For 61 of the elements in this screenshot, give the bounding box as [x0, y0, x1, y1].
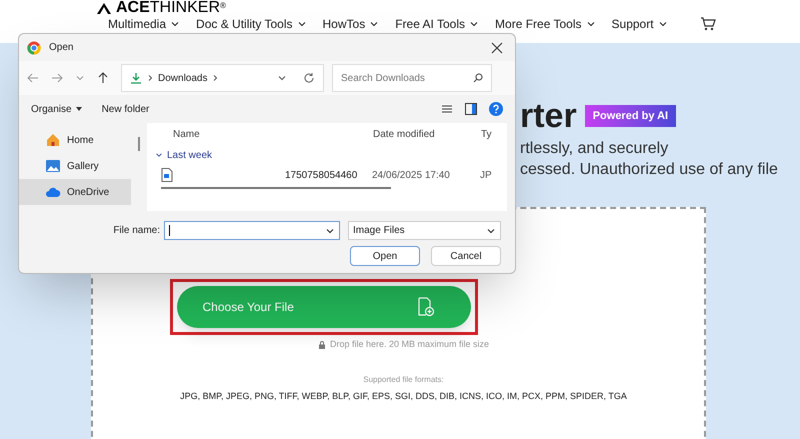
- chevron-icon: [75, 73, 85, 83]
- lock-icon: [318, 340, 326, 349]
- column-header[interactable]: Date modified: [373, 126, 481, 142]
- download-icon: [130, 72, 142, 84]
- logo[interactable]: ACETHINKER$^{®}$: [116, 0, 226, 16]
- column-header[interactable]: Ty: [481, 126, 492, 142]
- search-field[interactable]: Search Downloads: [332, 64, 492, 92]
- nav-item[interactable]: Support: [612, 16, 668, 30]
- nav-item[interactable]: Multimedia: [108, 16, 180, 30]
- sidebar-item[interactable]: Gallery: [19, 153, 131, 179]
- nav-item[interactable]: More Free Tools: [495, 16, 596, 30]
- column-header[interactable]: Name: [155, 126, 373, 142]
- file-type-dropdown[interactable]: Image Files: [348, 221, 501, 240]
- file-date: 24/06/2025 17:40: [372, 168, 451, 182]
- chevron-right-icon: [146, 74, 154, 82]
- open-button[interactable]: Open: [350, 246, 420, 266]
- chevron-icon: [277, 73, 287, 83]
- new-folder-button[interactable]: New folder: [102, 102, 421, 116]
- cloud-icon: [45, 186, 61, 198]
- up-icon[interactable]: [97, 72, 109, 84]
- subtitle-line: rtlessly, and securely: [520, 139, 670, 159]
- nav-item[interactable]: Free AI Tools: [395, 16, 480, 30]
- dialog-title: Open: [49, 41, 74, 55]
- dropdown-arrow-icon: [76, 106, 82, 112]
- drop-note: Drop file here. 20 MB maximum file size: [330, 338, 490, 351]
- nav-item[interactable]: HowTos: [322, 16, 380, 30]
- chevron-right-icon: [211, 74, 220, 82]
- scrollbar-thumb[interactable]: [138, 137, 140, 151]
- search-icon: [472, 72, 484, 84]
- preview-pane-icon[interactable]: [465, 103, 477, 115]
- close-icon[interactable]: [491, 42, 503, 54]
- forward-icon[interactable]: [51, 72, 63, 84]
- file-name: 1750758054460: [285, 168, 358, 182]
- sidebar-item[interactable]: Home: [19, 127, 131, 153]
- formats-list: JPG, BMP, JPEG, PNG, TIFF, WEBP, BLP, GIF, EPS, SGI, DDS, DIB, ICNS, ICO, IM, PCX, PPM, SPIDER, TGA: [180, 390, 627, 403]
- browser-icon: [27, 40, 41, 54]
- file-row[interactable]: 1750758054460 24/06/2025 17:40 JP: [155, 165, 499, 185]
- page-title: rter: [520, 99, 577, 133]
- file-type: JP: [480, 168, 492, 182]
- back-icon[interactable]: [27, 72, 39, 84]
- file-name-field[interactable]: [164, 221, 340, 240]
- file-name-label: File name:: [113, 224, 160, 238]
- cart-icon[interactable]: [700, 16, 716, 32]
- address-bar[interactable]: Downloads: [121, 64, 324, 92]
- group-header[interactable]: Last week: [155, 145, 499, 165]
- cancel-button[interactable]: Cancel: [431, 246, 501, 266]
- sidebar-item[interactable]: OneDrive: [19, 179, 131, 205]
- house-icon: [45, 132, 61, 148]
- help-icon[interactable]: [489, 102, 503, 116]
- nav-item[interactable]: Doc & Utility Tools: [196, 16, 307, 30]
- ai-badge: Powered by AI: [584, 104, 676, 128]
- organise-menu[interactable]: Organise: [31, 102, 82, 116]
- view-list-icon[interactable]: [441, 103, 453, 115]
- logo-icon: [96, 2, 112, 14]
- subtitle-line: cessed. Unauthorized use of any file: [520, 160, 779, 180]
- path-segment[interactable]: Downloads: [158, 70, 208, 86]
- refresh-icon[interactable]: [303, 72, 315, 84]
- formats-label: Supported file formats:: [363, 374, 444, 386]
- chevron-icon: [155, 151, 163, 159]
- image-file-icon: [161, 168, 173, 182]
- image-icon: [45, 158, 61, 174]
